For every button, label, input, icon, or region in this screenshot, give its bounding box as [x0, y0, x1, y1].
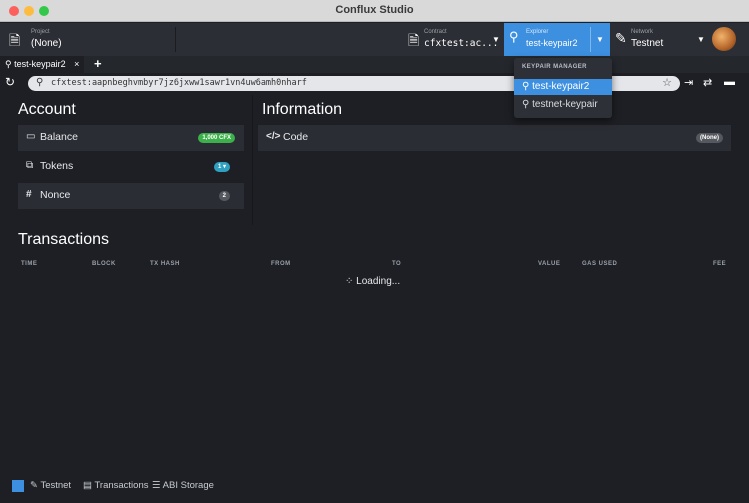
column-header-time: TIME [21, 261, 38, 267]
location-pin-icon: ⚲ [522, 99, 530, 110]
dropdown-item-label: testnet-keypair [532, 99, 598, 110]
wallet-icon[interactable]: ▬ [724, 76, 735, 88]
column-header-fee: FEE [713, 261, 727, 267]
information-row-code[interactable]: </> Code (None) [258, 125, 731, 151]
chevron-down-icon: ▼ [492, 35, 500, 44]
column-header-tx-hash: TX HASH [150, 261, 180, 267]
chevron-down-icon: ▼ [697, 35, 705, 44]
balance-badge: 1,000 CFX [198, 133, 235, 143]
account-row-nonce[interactable]: # Nonce 2 [18, 183, 244, 209]
code-label: Code [283, 131, 309, 143]
window-title: Conflux Studio [335, 4, 414, 16]
location-pin-icon: ⚲ [36, 77, 44, 88]
tokens-badge[interactable]: 1 ▾ [213, 162, 230, 172]
statusbar-transactions-label: Transactions [94, 480, 149, 491]
project-selector[interactable]: 🗎 Project (None) [0, 23, 175, 56]
spinner-icon: ⁘ [345, 276, 354, 287]
account-title: Account [18, 101, 76, 118]
user-avatar[interactable] [712, 27, 736, 51]
tab-test-keypair2[interactable]: ⚲ test-keypair2 × [0, 56, 85, 73]
explorer-selector[interactable]: ⚲ Explorer test-keypair2 ▼ [504, 23, 610, 56]
column-header-to: TO [392, 261, 402, 267]
document-icon: 🗎 [408, 32, 420, 48]
star-icon[interactable]: ☆ [662, 76, 672, 89]
app-logo-icon [12, 480, 24, 492]
column-header-from: FROM [271, 261, 291, 267]
account-row-tokens[interactable]: ⧉ Tokens 1 ▾ [18, 154, 244, 180]
network-plug-icon: ✎ [30, 480, 38, 491]
file-icon: 🗎 [9, 32, 21, 48]
statusbar-abi-storage[interactable]: ☰ ABI Storage [152, 480, 214, 491]
loading-indicator: ⁘ Loading... [345, 276, 400, 287]
dropdown-item-testnet-keypair[interactable]: ⚲ testnet-keypair [514, 97, 612, 113]
explorer-sub-label: Explorer [526, 29, 549, 35]
tab-label: test-keypair2 [14, 59, 66, 69]
network-value: Testnet [631, 38, 664, 49]
explorer-value: test-keypair2 [526, 38, 578, 48]
dropdown-header: KEYPAIR MANAGER [522, 64, 587, 70]
balance-label: Balance [40, 131, 78, 143]
address-bar: ↻ ⚲ cfxtest:aapnbeghvmbyr7jz6jxww1sawr1v… [0, 73, 749, 93]
dropdown-item-label: test-keypair2 [532, 81, 590, 92]
loading-text: Loading... [356, 276, 401, 287]
section-divider [252, 95, 253, 225]
tokens-icon: ⧉ [26, 160, 34, 171]
contract-selector[interactable]: 🗎 Contract cfxtest:ac... ▼ [404, 23, 502, 56]
close-tab-icon[interactable]: × [74, 59, 79, 69]
location-pin-icon: ⚲ [509, 29, 519, 44]
address-value: cfxtest:aapnbeghvmbyr7jz6jxww1sawr1vn4uw… [51, 78, 307, 88]
location-pin-icon: ⚲ [522, 81, 530, 92]
hash-icon: # [26, 189, 32, 200]
nonce-badge: 2 [218, 191, 230, 201]
top-toolbar: 🗎 Project (None) 🗎 Contract cfxtest:ac..… [0, 23, 749, 56]
transfer-icon[interactable]: ⇄ [703, 76, 712, 89]
dropdown-item-test-keypair2[interactable]: ⚲ test-keypair2 [514, 79, 612, 95]
tab-bar: ⚲ test-keypair2 × + [0, 56, 749, 73]
statusbar-abi-label: ABI Storage [162, 480, 214, 491]
refresh-icon[interactable]: ↻ [5, 75, 15, 89]
add-tab-button[interactable]: + [94, 56, 102, 72]
contract-value: cfxtest:ac... [424, 38, 499, 49]
column-header-value: VALUE [538, 261, 561, 267]
location-pin-icon: ⚲ [5, 59, 12, 69]
transactions-title: Transactions [18, 231, 109, 248]
explorer-divider [590, 27, 591, 52]
keypair-dropdown: KEYPAIR MANAGER ⚲ test-keypair2 ⚲ testne… [514, 58, 612, 118]
contract-sub-label: Contract [424, 29, 447, 35]
network-selector[interactable]: ✎ Network Testnet ▼ [612, 23, 705, 56]
window-titlebar: Conflux Studio [0, 0, 749, 22]
chevron-down-icon[interactable]: ▼ [596, 35, 604, 44]
project-sub-label: Project [31, 29, 50, 35]
tokens-label: Tokens [40, 160, 74, 172]
network-plug-icon: ✎ [615, 30, 627, 46]
code-badge: (None) [696, 133, 723, 143]
network-sub-label: Network [631, 29, 654, 35]
information-title: Information [262, 101, 343, 118]
statusbar-network-label: Testnet [40, 480, 72, 491]
statusbar-network[interactable]: ✎ Testnet [30, 480, 71, 491]
transactions-icon: ▤ [83, 480, 92, 491]
account-row-balance[interactable]: ▭ Balance 1,000 CFX [18, 125, 244, 151]
column-header-gas-used: GAS USED [582, 261, 618, 267]
wallet-icon: ▭ [26, 131, 36, 142]
project-value: (None) [31, 38, 62, 49]
list-icon: ☰ [152, 480, 161, 491]
statusbar-transactions[interactable]: ▤ Transactions [83, 480, 148, 491]
nonce-label: Nonce [40, 189, 71, 201]
external-link-icon[interactable]: ⇥ [684, 76, 693, 89]
code-icon: </> [266, 131, 281, 142]
status-bar: ✎ Testnet ▤ Transactions ☰ ABI Storage [0, 477, 749, 503]
column-header-block: BLOCK [92, 261, 116, 267]
toolbar-divider [175, 27, 176, 52]
